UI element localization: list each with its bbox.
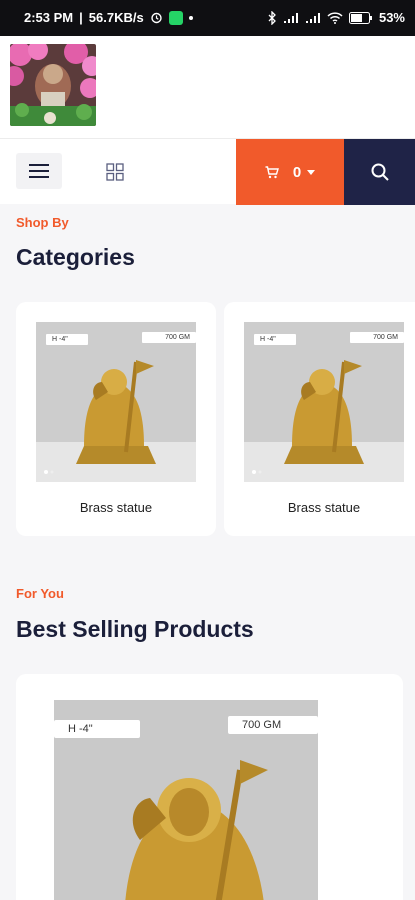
- status-separator: |: [79, 10, 83, 25]
- alarm-icon: [150, 11, 163, 24]
- signal-icon: [283, 12, 299, 24]
- notification-dot-icon: [188, 15, 193, 20]
- logo-header: [0, 36, 415, 138]
- signal-icon-2: [305, 12, 321, 24]
- product-card[interactable]: H -4" 700 GM: [16, 674, 403, 900]
- chevron-down-icon: [307, 169, 316, 175]
- search-icon: [371, 163, 389, 181]
- category-image: H -4" 700 GM: [36, 322, 196, 482]
- height-tag: H -4": [54, 720, 140, 738]
- battery-percent: 53%: [378, 10, 405, 25]
- cart-icon: [265, 165, 279, 178]
- weight-tag: 700 GM: [350, 332, 404, 343]
- products-eyebrow: For You: [16, 586, 64, 601]
- status-right: 53%: [267, 10, 405, 25]
- bluetooth-icon: [267, 10, 277, 25]
- height-tag: H -4": [46, 334, 88, 345]
- category-card[interactable]: H -4" 700 GM Brass statue: [16, 302, 216, 536]
- status-time: 2:53 PM: [24, 10, 74, 25]
- weight-tag: 700 GM: [142, 332, 196, 343]
- status-bar: 2:53 PM | 56.7KB/s 53%: [0, 0, 415, 36]
- menu-button[interactable]: [16, 153, 62, 189]
- product-image: H -4" 700 GM: [54, 700, 318, 900]
- search-button[interactable]: [344, 139, 415, 205]
- category-image: H -4" 700 GM: [244, 322, 404, 482]
- toolbar: 0: [0, 138, 415, 205]
- grid-icon: [106, 163, 124, 181]
- category-name: Brass statue: [287, 500, 361, 515]
- status-speed: 56.7KB/s: [88, 10, 144, 25]
- products-title: Best Selling Products: [16, 616, 254, 642]
- battery-icon: [348, 11, 373, 24]
- height-tag: H -4": [254, 334, 296, 345]
- grid-view-button[interactable]: [102, 159, 128, 185]
- category-card[interactable]: H -4" 700 GM Brass statue: [224, 302, 415, 536]
- cart-count: 0: [292, 163, 302, 181]
- category-name: Brass statue: [79, 500, 153, 515]
- hamburger-icon: [29, 164, 49, 178]
- categories-title: Categories: [16, 244, 135, 270]
- cart-button[interactable]: 0: [236, 139, 344, 205]
- wifi-icon: [327, 11, 343, 24]
- store-logo[interactable]: [10, 44, 96, 126]
- weight-tag: 700 GM: [228, 716, 318, 734]
- status-left: 2:53 PM | 56.7KB/s: [24, 10, 193, 25]
- categories-eyebrow: Shop By: [16, 215, 69, 230]
- whatsapp-icon: [168, 10, 183, 25]
